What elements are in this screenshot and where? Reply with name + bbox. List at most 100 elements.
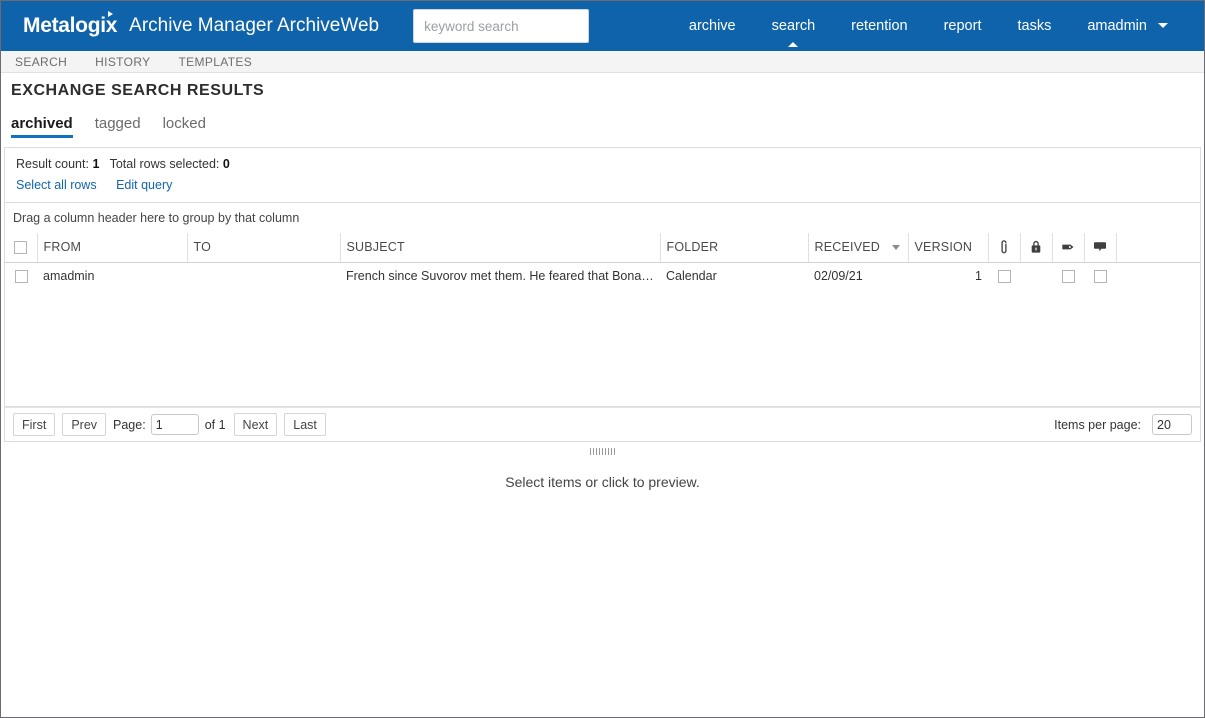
row-select-cell[interactable] [5, 262, 37, 290]
row-select-checkbox[interactable] [14, 270, 28, 284]
cell-folder: Calendar [666, 269, 717, 284]
top-navigation: archive search retention report tasks am… [671, 1, 1204, 51]
cell-tagged[interactable] [1052, 262, 1084, 290]
tab-tagged[interactable]: tagged [95, 115, 141, 136]
subnav-item-search[interactable]: SEARCH [15, 55, 67, 69]
speech-bubble-icon [1094, 242, 1106, 252]
tab-locked[interactable]: locked [163, 115, 206, 136]
tab-tagged-label: tagged [94, 115, 141, 132]
table-body: amadmin French since Suvorov met them. H… [5, 262, 1200, 290]
cell-to [187, 262, 340, 290]
col-header-folder[interactable]: FOLDER [660, 233, 809, 263]
col-header-select-all[interactable] [5, 233, 38, 263]
col-header-note[interactable] [1084, 233, 1117, 263]
subnav-item-history[interactable]: HISTORY [95, 55, 150, 69]
result-counts-row: Result count: 1 Total rows selected: 0 [5, 148, 1200, 171]
nav-item-tasks-label: tasks [1017, 18, 1052, 34]
select-all-checkbox[interactable] [14, 241, 28, 255]
items-per-page-group: Items per page: [1054, 414, 1192, 435]
page-title-app: Archive Manager ArchiveWeb [129, 15, 380, 36]
cell-locked [1020, 262, 1052, 290]
subnav-item-templates[interactable]: TEMPLATES [178, 55, 252, 69]
splitter-area [1, 442, 1204, 460]
user-menu-label: amadmin [1087, 18, 1147, 34]
col-header-version[interactable]: VERSION [908, 233, 989, 263]
page-label: Page: [113, 417, 146, 432]
grip-handle-icon[interactable] [589, 447, 616, 455]
result-info-panel: Result count: 1 Total rows selected: 0 S… [4, 147, 1201, 233]
table-header-row: FROM TO SUBJECT FOLDER RECEIVED VERSION [5, 233, 1200, 263]
results-grid: FROM TO SUBJECT FOLDER RECEIVED VERSION … [4, 233, 1201, 407]
col-header-to-label: TO [193, 240, 212, 255]
group-by-dropzone[interactable]: Drag a column header here to group by th… [5, 202, 1200, 233]
tab-archived[interactable]: archived [11, 115, 73, 138]
items-per-page-label: Items per page: [1054, 417, 1141, 432]
state-tabs: archived tagged locked [1, 108, 1204, 138]
nav-item-report-label: report [943, 18, 982, 34]
nav-item-search[interactable]: search [754, 1, 834, 51]
cell-version: 1 [975, 269, 982, 284]
nav-item-search-label: search [771, 18, 816, 34]
prev-page-button[interactable]: Prev [62, 413, 107, 436]
first-page-button[interactable]: First [13, 413, 56, 436]
logo-text: Metalogix [23, 14, 118, 37]
col-header-received-label: RECEIVED [814, 240, 881, 255]
pagination-bar: First Prev Page: of 1 Next Last Items pe… [4, 407, 1201, 442]
nav-item-report[interactable]: report [926, 1, 1000, 51]
col-header-from[interactable]: FROM [37, 233, 188, 263]
tab-archived-label: archived [11, 115, 73, 132]
select-all-rows-link[interactable]: Select all rows [16, 178, 97, 192]
cell-subject: French since Suvorov met them. He feared… [346, 269, 660, 284]
nav-item-archive[interactable]: archive [671, 1, 754, 51]
results-table: FROM TO SUBJECT FOLDER RECEIVED VERSION … [5, 233, 1200, 290]
cell-note[interactable] [1084, 262, 1116, 290]
rows-selected-label: Total rows selected: [109, 157, 220, 171]
nav-item-retention[interactable]: retention [833, 1, 925, 51]
col-header-tagged[interactable] [1052, 233, 1085, 263]
note-checkbox[interactable] [1093, 270, 1107, 284]
cell-filler [1116, 262, 1200, 290]
last-page-button[interactable]: Last [284, 413, 326, 436]
sub-navigation: SEARCH HISTORY TEMPLATES [1, 51, 1204, 73]
col-header-locked[interactable] [1020, 233, 1053, 263]
col-header-subject-label: SUBJECT [346, 240, 405, 255]
caret-down-icon [891, 245, 900, 251]
col-header-version-label: VERSION [914, 240, 973, 255]
cell-attachment[interactable] [988, 262, 1020, 290]
next-page-button[interactable]: Next [233, 413, 278, 436]
metalogix-logo: Metalogix [23, 11, 118, 38]
page-of-label: of 1 [204, 417, 226, 432]
col-header-subject[interactable]: SUBJECT [340, 233, 661, 263]
rows-selected-value: 0 [222, 157, 230, 171]
table-row[interactable]: amadmin French since Suvorov met them. H… [5, 262, 1200, 290]
paperclip-icon [1001, 240, 1007, 254]
col-header-to[interactable]: TO [187, 233, 341, 263]
col-header-attachment[interactable] [988, 233, 1021, 263]
tab-locked-label: locked [162, 115, 206, 132]
cell-received: 02/09/21 [814, 269, 863, 284]
attachment-checkbox[interactable] [997, 270, 1011, 284]
preview-pane: Select items or click to preview. [1, 460, 1204, 490]
nav-item-tasks[interactable]: tasks [999, 1, 1069, 51]
result-count-value: 1 [92, 157, 100, 171]
chevron-down-icon [1158, 23, 1168, 28]
caret-up-icon [788, 42, 799, 47]
tagged-checkbox[interactable] [1061, 270, 1075, 284]
col-header-received[interactable]: RECEIVED [808, 233, 909, 263]
nav-item-archive-label: archive [688, 18, 736, 34]
cell-from: amadmin [43, 269, 95, 284]
items-per-page-input[interactable] [1152, 414, 1192, 435]
lock-icon [1031, 241, 1041, 253]
page-number-input[interactable] [150, 414, 199, 435]
logo-triangle-icon [108, 11, 114, 17]
col-header-folder-label: FOLDER [666, 240, 719, 255]
edit-query-link[interactable]: Edit query [116, 178, 172, 192]
search-input[interactable] [413, 9, 590, 43]
user-menu[interactable]: amadmin [1069, 1, 1186, 51]
tag-icon [1062, 244, 1074, 250]
col-header-from-label: FROM [43, 240, 82, 255]
col-header-filler [1116, 233, 1200, 263]
grid-empty-space [5, 290, 1200, 406]
top-header-bar: Metalogix Archive Manager ArchiveWeb arc… [1, 1, 1204, 51]
app-window: Metalogix Archive Manager ArchiveWeb arc… [0, 0, 1205, 718]
